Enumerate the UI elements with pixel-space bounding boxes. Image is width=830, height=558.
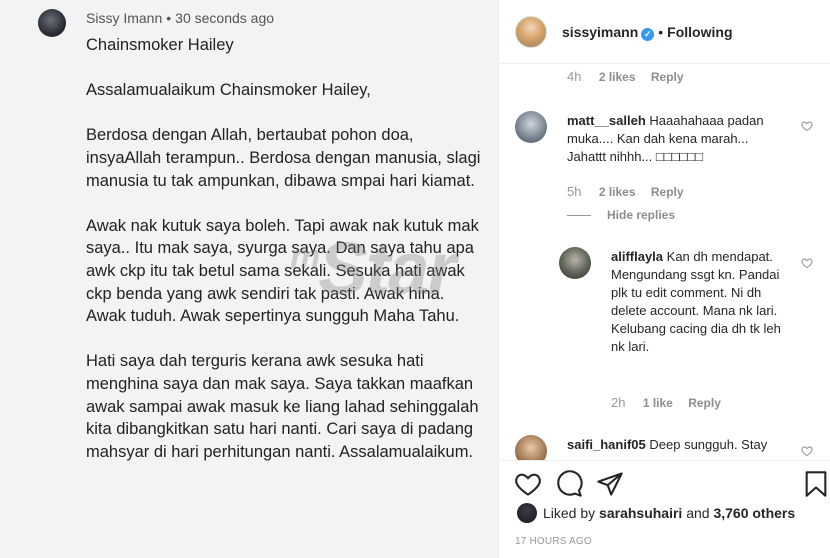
comment-paragraph: Chainsmoker Hailey: [86, 36, 234, 54]
reply-item: alifflayla Kan dh mendapat. Mengundang s…: [611, 248, 791, 356]
liked-by-user[interactable]: sarahsuhairi: [599, 505, 682, 521]
post-header: sissyimann ✓ • Following: [499, 0, 830, 64]
hide-replies-button[interactable]: Hide replies: [567, 208, 675, 222]
comment-paragraph: Awak nak kutuk saya boleh. Tapi awak nak…: [86, 216, 479, 326]
comment-text: Kan dh mendapat. Mengundang ssgt kn. Pan…: [611, 249, 781, 354]
comment-paragraph: Berdosa dengan Allah, bertaubat pohon do…: [86, 126, 481, 190]
poster-username[interactable]: sissyimann: [562, 24, 638, 40]
comment-paragraph: Hati saya dah terguris kerana awk sesuka…: [86, 352, 479, 461]
liker-avatar[interactable]: [517, 503, 537, 523]
comment-item: matt__salleh Haaahahaaa padan muka.... K…: [567, 112, 787, 166]
comment-screenshot-panel: Sissy Imann • 30 seconds ago Chainsmoker H…: [0, 0, 498, 558]
comment-meta-row: 4h 2 likes Reply: [567, 69, 684, 84]
like-comment-heart-icon[interactable]: [801, 257, 813, 269]
bookmark-icon[interactable]: [804, 470, 828, 498]
post-timestamp[interactable]: 17 HOURS AGO: [515, 536, 592, 547]
comment-body: Chainsmoker Hailey Assalamualaikum Chain…: [86, 34, 481, 486]
comment-username[interactable]: alifflayla: [611, 249, 663, 264]
instagram-panel: sissyimann ✓ • Following 4h 2 likes Reply m…: [498, 0, 830, 558]
poster-avatar[interactable]: [515, 16, 547, 48]
likes-count[interactable]: 3,760 others: [713, 505, 795, 521]
comment-username[interactable]: saifi_hanif05: [567, 437, 646, 452]
commenter-avatar[interactable]: [559, 247, 591, 279]
share-icon[interactable]: [596, 470, 624, 498]
verified-badge-icon: ✓: [641, 28, 655, 41]
comment-author: Sissy Imann: [86, 10, 163, 26]
poster-info: sissyimann ✓ • Following: [562, 24, 733, 41]
like-comment-heart-icon[interactable]: [801, 445, 813, 457]
comment-icon[interactable]: [555, 470, 583, 498]
comment-header: Sissy Imann • 30 seconds ago: [86, 10, 275, 26]
heart-icon[interactable]: [514, 470, 542, 498]
comment-text: Deep sungguh. Stay: [649, 437, 768, 452]
comment-paragraph: Assalamualaikum Chainsmoker Hailey,: [86, 81, 371, 100]
following-button[interactable]: Following: [667, 24, 732, 40]
comments-list[interactable]: 4h 2 likes Reply matt__salleh Haaahahaaa…: [499, 65, 830, 460]
commenter-avatar[interactable]: [515, 111, 547, 143]
comment-meta-row: 5h 2 likes Reply: [567, 184, 684, 199]
comment-meta-row: 2h 1 like Reply: [611, 395, 721, 410]
comment-item: saifi_hanif05 Deep sungguh. Stay: [567, 436, 787, 454]
comment-time: 30 seconds ago: [175, 10, 275, 26]
comment-author-avatar: [38, 9, 66, 37]
commenter-avatar[interactable]: [515, 435, 547, 460]
comment-username[interactable]: matt__salleh: [567, 113, 646, 128]
like-comment-heart-icon[interactable]: [801, 120, 813, 132]
